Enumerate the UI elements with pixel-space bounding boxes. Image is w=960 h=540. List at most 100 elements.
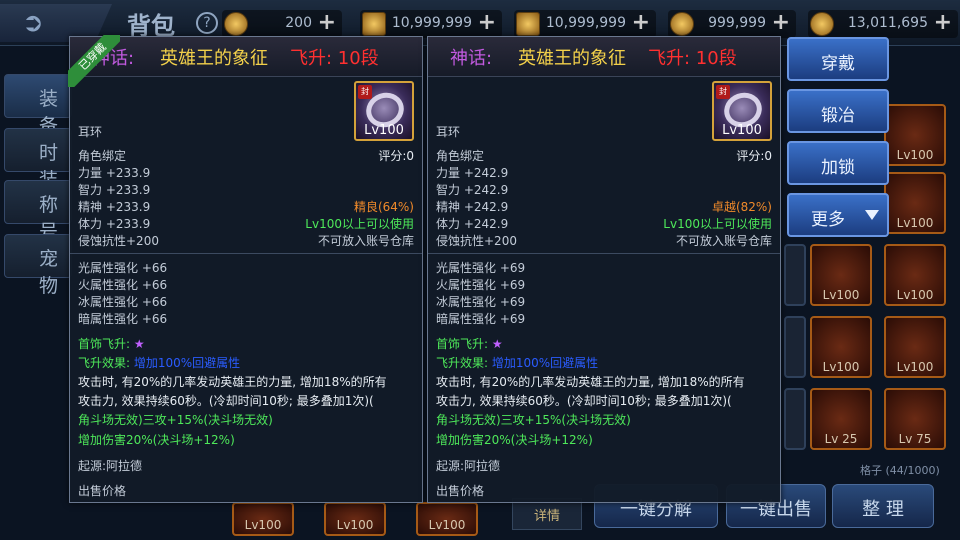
currency-value: 999,999 (708, 15, 766, 31)
inventory-slot[interactable]: Lv100 (324, 502, 386, 536)
item-slot-type: 耳环 (436, 125, 461, 139)
item-score: 评分:0 (378, 149, 414, 163)
ascension-effect: 飞升效果: 增加100%回避属性 (436, 354, 598, 371)
inventory-slot[interactable]: Lv100 (884, 104, 946, 166)
coin-icon (810, 12, 834, 36)
add-currency-button[interactable]: + (478, 10, 496, 35)
sort-button[interactable]: 整 理 (832, 484, 934, 528)
bind-status: 角色绑定 (78, 149, 127, 163)
slot-level: Lv100 (336, 518, 374, 532)
earring-icon: 封 Lv100 (712, 81, 772, 141)
equipped-badge: 已穿戴 (68, 35, 120, 87)
add-currency-button[interactable]: + (772, 10, 790, 35)
element-line: 冰属性强化 +66 (78, 295, 168, 309)
forge-button[interactable]: 锻冶 (787, 89, 889, 133)
effect-label: 飞升效果: (436, 356, 489, 370)
stat-line: 侵蚀抗性+200 (436, 234, 517, 248)
inventory-slot[interactable] (784, 244, 806, 306)
button-label: 加锁 (821, 158, 855, 178)
ascension-level: 飞升: 10段 (290, 48, 379, 69)
description-line: 增加伤害20%(决斗场+12%) (436, 433, 593, 447)
item-score: 评分:0 (736, 149, 772, 163)
inventory-slot[interactable]: Lv 25 (810, 388, 872, 450)
currency-3: 10,999,999 + (514, 10, 656, 38)
add-currency-button[interactable]: + (632, 10, 650, 35)
inventory-slot[interactable]: Lv100 (416, 502, 478, 536)
coin-icon (224, 12, 248, 36)
divider (70, 253, 422, 254)
slot-level: Lv100 (896, 148, 934, 162)
detail-label: 详情 (533, 509, 560, 524)
add-currency-button[interactable]: + (934, 10, 952, 35)
tooltip-header: 神话: 英雄王的象征 飞升: 10段 (70, 37, 422, 77)
storage-restriction: 不可放入账号仓库 (675, 234, 772, 248)
inventory-slot[interactable] (784, 388, 806, 450)
inventory-slot[interactable]: Lv100 (884, 244, 946, 306)
element-line: 光属性强化 +66 (78, 261, 168, 275)
stat-line: 体力 +242.9 (436, 217, 509, 231)
item-name: 英雄王的象征 (518, 48, 626, 69)
equipped-label: 已穿戴 (68, 35, 120, 87)
seal-tag: 封 (358, 85, 372, 99)
inventory-slot[interactable]: Lv 75 (884, 388, 946, 450)
currency-1: 200 + (222, 10, 342, 38)
slot-level: Lv100 (428, 518, 466, 532)
ascension-title-text: 首饰飞升: (78, 337, 131, 351)
element-line: 冰属性强化 +69 (436, 295, 526, 309)
item-level: Lv100 (364, 123, 404, 138)
currency-value: 200 (285, 15, 312, 31)
currency-2: 10,999,999 + (360, 10, 502, 38)
slot-count: 格子 (44/1000) (860, 464, 940, 477)
inventory-slot[interactable] (784, 316, 806, 378)
add-currency-button[interactable]: + (318, 10, 336, 35)
more-button[interactable]: 更多 (787, 193, 889, 237)
slot-level: Lv100 (896, 216, 934, 230)
tab-title[interactable]: 称号 (4, 180, 72, 243)
stat-line: 智力 +242.9 (436, 183, 509, 197)
divider (428, 253, 780, 254)
button-label: 更多 (811, 210, 845, 230)
slot-level: Lv100 (896, 288, 934, 302)
storage-restriction: 不可放入账号仓库 (317, 234, 414, 248)
lock-button[interactable]: 加锁 (787, 141, 889, 185)
inventory-slot[interactable]: Lv100 (810, 316, 872, 378)
tooltip-header: 神话: 英雄王的象征 飞升: 10段 (428, 37, 780, 77)
description-line: 攻击力, 效果持续60秒。(冷却时间10秒; 最多叠加1次)( (78, 394, 374, 408)
stat-line: 智力 +233.9 (78, 183, 151, 197)
ascension-title: 首饰飞升: ★ (436, 335, 503, 352)
scroll-icon (516, 12, 540, 36)
compare-item-tooltip: 神话: 英雄王的象征 飞升: 10段 封 Lv100 耳环 角色绑定 评分:0 … (427, 36, 781, 503)
slot-level: Lv100 (822, 360, 860, 374)
ascension-title: 首饰飞升: ★ (78, 335, 145, 352)
item-slot-type: 耳环 (78, 125, 103, 139)
stat-line: 体力 +233.9 (78, 217, 151, 231)
currency-value: 10,999,999 (545, 15, 626, 31)
description-line: 攻击力, 效果持续60秒。(冷却时间10秒; 最多叠加1次)( (436, 394, 732, 408)
tab-fashion[interactable]: 时装 (4, 128, 72, 191)
description-line: 增加伤害20%(决斗场+12%) (78, 433, 235, 447)
inventory-slot[interactable]: Lv100 (232, 502, 294, 536)
coin-icon (670, 12, 694, 36)
help-icon[interactable]: ? (196, 12, 218, 34)
tab-equipment[interactable]: 装备 (4, 74, 72, 137)
element-line: 光属性强化 +69 (436, 261, 526, 275)
inventory-slot[interactable]: Lv100 (810, 244, 872, 306)
element-line: 火属性强化 +66 (78, 278, 168, 292)
star-icon: ★ (491, 337, 503, 351)
stat-line: 侵蚀抗性+200 (78, 234, 159, 248)
inventory-slot[interactable]: Lv100 (884, 316, 946, 378)
button-label: 穿戴 (821, 54, 855, 74)
tab-pet[interactable]: 宠物 (4, 234, 72, 297)
inventory-slot[interactable]: Lv100 (884, 172, 946, 234)
slot-level: Lv 75 (898, 432, 932, 446)
tab-label: 宠物 (39, 248, 59, 297)
currency-5: 13,011,695 + (808, 10, 958, 38)
stat-line: 力量 +233.9 (78, 166, 151, 180)
sell-price: 出售价格 (78, 484, 127, 498)
wear-button[interactable]: 穿戴 (787, 37, 889, 81)
description-line: 角斗场无效)三攻+15%(决斗场无效) (436, 413, 631, 427)
equipped-item-tooltip: 神话: 英雄王的象征 飞升: 10段 已穿戴 封 Lv100 耳环 角色绑定 评… (68, 35, 423, 503)
description-line: 攻击时, 有20%的几率发动英雄王的力量, 增加18%的所有 (436, 375, 745, 389)
earring-icon: 封 Lv100 (354, 81, 414, 141)
description-line: 攻击时, 有20%的几率发动英雄王的力量, 增加18%的所有 (78, 375, 387, 389)
